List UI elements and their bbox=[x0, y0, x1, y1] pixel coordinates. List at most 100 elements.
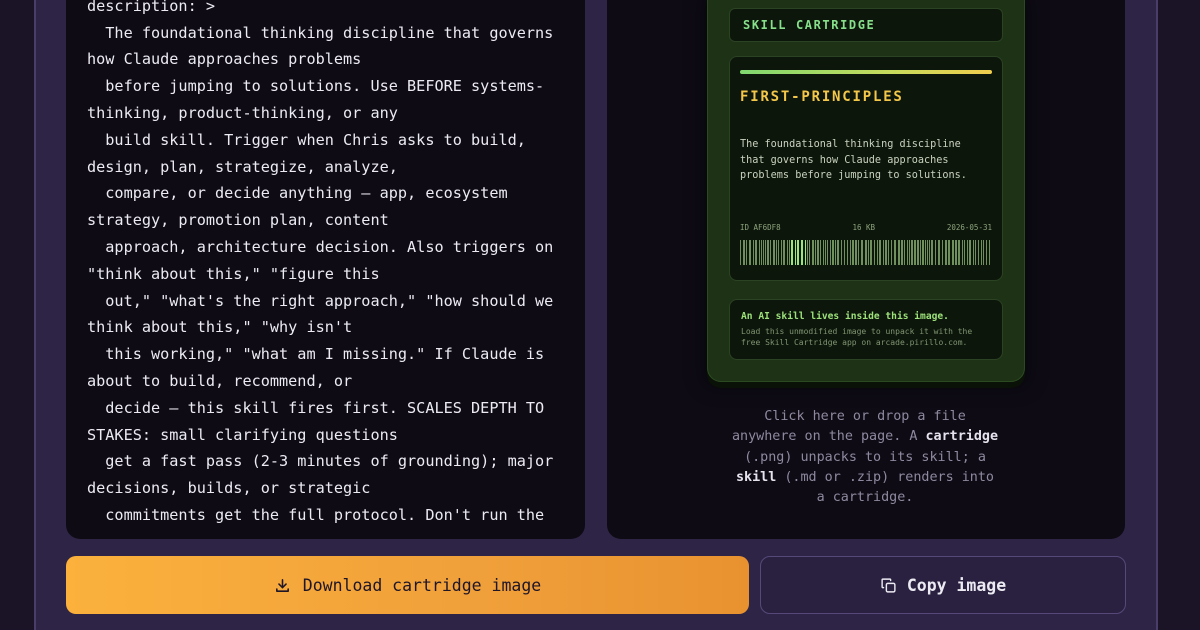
drop-hint-text: Click here or drop a file anywhere on th… bbox=[730, 407, 1000, 508]
cartridge-date: 2026-05-31 bbox=[946, 223, 992, 232]
barcode-bar bbox=[830, 240, 831, 265]
barcode-bar bbox=[927, 240, 928, 265]
cartridge-footer-subtitle: Load this unmodified image to unpack it … bbox=[741, 327, 973, 347]
barcode-bar bbox=[820, 240, 821, 265]
barcode-bar bbox=[958, 240, 960, 265]
barcode-bar bbox=[925, 240, 926, 265]
barcode-bar bbox=[962, 240, 963, 265]
barcode-bar bbox=[938, 240, 940, 265]
barcode-bar bbox=[797, 240, 799, 265]
code-line: STAKES: small clarifying questions bbox=[87, 425, 398, 444]
skill-source-text: name: first-principlesdescription: > The… bbox=[87, 0, 577, 529]
code-line: design, plan, strategize, analyze, bbox=[87, 157, 398, 176]
code-line: how Claude approaches problems bbox=[87, 50, 362, 69]
cartridge-footer-title: An AI skill lives inside this image. bbox=[741, 311, 949, 322]
barcode-bar bbox=[952, 240, 954, 265]
barcode-bar bbox=[855, 240, 857, 265]
barcode-bar bbox=[805, 240, 806, 265]
barcode-bar bbox=[755, 240, 757, 265]
copy-image-label: Copy image bbox=[906, 575, 1007, 595]
barcode-bar bbox=[981, 240, 982, 265]
skill-source-panel[interactable]: name: first-principlesdescription: > The… bbox=[66, 0, 585, 539]
drop-hint-cartridge-word: cartridge bbox=[925, 429, 999, 445]
code-line: build skill. Trigger when Chris asks to … bbox=[87, 130, 526, 149]
download-cartridge-button[interactable]: Download cartridge image bbox=[66, 556, 749, 614]
barcode-bar bbox=[885, 240, 887, 265]
cartridge-meta-row: ID AF6DF8 16 KB 2026-05-31 bbox=[740, 223, 992, 232]
barcode-bar bbox=[767, 240, 769, 265]
barcode-bar bbox=[773, 240, 775, 265]
barcode-bar bbox=[945, 240, 947, 265]
barcode-bar bbox=[967, 240, 968, 265]
barcode-bar bbox=[815, 240, 816, 265]
barcode-bar bbox=[922, 240, 924, 265]
barcode-bar bbox=[763, 240, 764, 265]
drop-hint-skill-word: skill bbox=[736, 469, 777, 485]
barcode-bar bbox=[948, 240, 950, 265]
barcode-bar bbox=[809, 240, 810, 265]
barcode-bar bbox=[841, 240, 842, 265]
barcode-bar bbox=[837, 240, 839, 265]
cartridge-screen: FIRST-PRINCIPLES The foundational thinki… bbox=[729, 56, 1003, 281]
barcode-bar bbox=[740, 240, 741, 265]
download-cartridge-label: Download cartridge image bbox=[302, 575, 542, 595]
barcode-bar bbox=[753, 240, 754, 265]
barcode-bar bbox=[761, 240, 762, 265]
cartridge-title: FIRST-PRINCIPLES bbox=[740, 89, 904, 105]
barcode-bar bbox=[983, 240, 984, 265]
barcode-bar bbox=[861, 240, 863, 265]
barcode-bar bbox=[935, 240, 936, 265]
barcode-bar bbox=[832, 240, 834, 265]
barcode-bar bbox=[844, 240, 845, 265]
barcode-bar bbox=[975, 240, 976, 265]
barcode-bar bbox=[765, 240, 766, 265]
barcode-bar bbox=[920, 240, 921, 265]
barcode-bar bbox=[964, 240, 965, 265]
code-line: strategy, promotion plan, content bbox=[87, 211, 389, 230]
barcode-bar bbox=[759, 240, 760, 265]
barcode-bar bbox=[969, 240, 971, 265]
code-line: this working," "what am I missing." If C… bbox=[87, 345, 545, 364]
barcode-bar bbox=[801, 240, 803, 265]
drop-hint-part-2: (.png) unpacks to its skill; a bbox=[744, 449, 986, 465]
barcode-bar bbox=[781, 240, 782, 265]
code-line: "think about this," "figure this bbox=[87, 264, 380, 283]
cartridge-id: ID AF6DF8 bbox=[740, 223, 781, 232]
barcode-bar bbox=[770, 240, 771, 265]
barcode-bar bbox=[931, 240, 933, 265]
copy-image-button[interactable]: Copy image bbox=[760, 556, 1126, 614]
barcode-bar bbox=[835, 240, 836, 265]
copy-icon bbox=[880, 577, 897, 594]
drop-hint-part-3: (.md or .zip) renders into a cartridge. bbox=[776, 469, 994, 506]
cartridge-description: The foundational thinking discipline tha… bbox=[740, 139, 967, 181]
barcode-bar bbox=[901, 240, 903, 265]
barcode-bar bbox=[989, 240, 990, 265]
barcode-bar bbox=[907, 240, 908, 265]
code-line: thinking, product-thinking, or any bbox=[87, 103, 398, 122]
barcode-bar bbox=[812, 240, 814, 265]
cartridge-size: 16 KB bbox=[852, 223, 876, 232]
barcode-bar bbox=[898, 240, 900, 265]
code-line: decisions, builds, or strategic bbox=[87, 479, 371, 498]
barcode-bar bbox=[986, 240, 987, 265]
code-line: before jumping to solutions. Use BEFORE … bbox=[87, 77, 545, 96]
code-line: decide — this skill fires first. SCALES … bbox=[87, 398, 545, 417]
cartridge-barcode bbox=[740, 240, 990, 265]
barcode-bar bbox=[883, 240, 884, 265]
barcode-bar bbox=[888, 240, 889, 265]
barcode-bar bbox=[955, 240, 957, 265]
cartridge-footer: An AI skill lives inside this image. Loa… bbox=[729, 299, 1003, 360]
barcode-bar bbox=[929, 240, 930, 265]
code-line: get a fast pass (2-3 minutes of groundin… bbox=[87, 452, 554, 471]
download-icon bbox=[274, 577, 291, 594]
barcode-bar bbox=[911, 240, 913, 265]
barcode-bar bbox=[852, 240, 854, 265]
barcode-bar bbox=[787, 240, 788, 265]
barcode-bar bbox=[746, 240, 747, 265]
code-line: think about this," "why isn't bbox=[87, 318, 353, 337]
barcode-bar bbox=[865, 240, 867, 265]
barcode-bar bbox=[795, 240, 796, 265]
barcode-bar bbox=[778, 240, 779, 265]
barcode-bar bbox=[743, 240, 745, 265]
barcode-bar bbox=[909, 240, 910, 265]
